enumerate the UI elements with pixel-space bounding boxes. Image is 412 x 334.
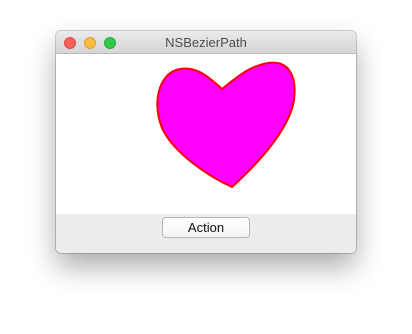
- bezier-path-view: [156, 61, 296, 188]
- desktop: NSBezierPath Action: [0, 0, 412, 334]
- heart-shape-icon: [156, 61, 296, 188]
- drawing-canvas: [56, 54, 356, 214]
- title-bar[interactable]: NSBezierPath: [56, 31, 356, 54]
- button-bar: Action: [56, 214, 356, 253]
- window-title: NSBezierPath: [165, 35, 247, 50]
- app-window: NSBezierPath Action: [56, 31, 356, 253]
- action-button[interactable]: Action: [162, 217, 250, 238]
